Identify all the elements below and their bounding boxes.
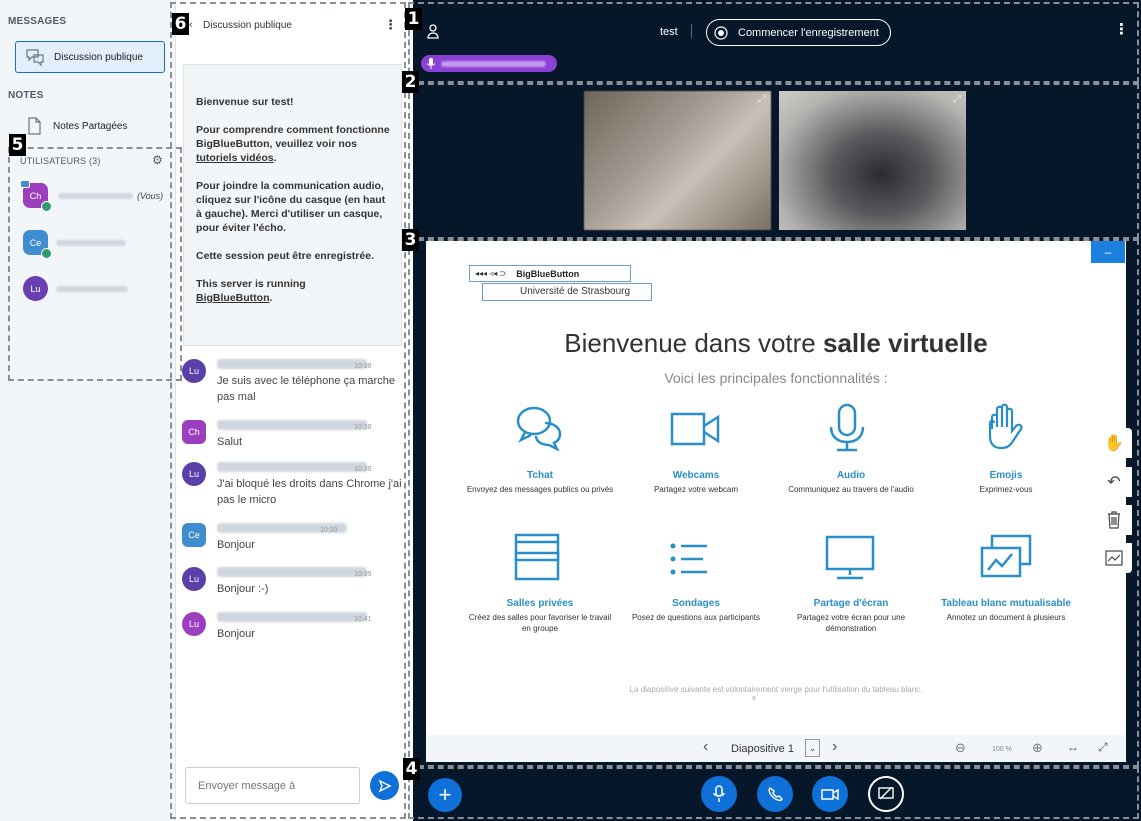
annotation-number: 3	[402, 229, 419, 251]
shared-notes-label: Notes Partagées	[53, 120, 128, 132]
chat-bubbles-icon	[24, 46, 46, 68]
annotation-region	[8, 147, 182, 381]
annotation-number: 6	[172, 13, 189, 35]
annotation-region	[408, 83, 1139, 239]
annotation-number: 2	[402, 71, 419, 93]
annotation-number: 1	[405, 8, 422, 30]
document-icon	[23, 115, 45, 137]
notes-section-title: NOTES	[8, 90, 44, 101]
left-sidebar: MESSAGES Discussion publique NOTES Notes…	[0, 0, 176, 821]
annotation-region	[408, 239, 1139, 767]
annotation-region	[408, 767, 1139, 819]
messages-section-title: MESSAGES	[8, 16, 67, 27]
public-chat-button[interactable]: Discussion publique	[15, 41, 165, 73]
annotation-region	[408, 2, 1139, 83]
public-chat-label: Discussion publique	[54, 51, 143, 63]
annotation-number: 5	[9, 134, 26, 156]
shared-notes-button[interactable]: Notes Partagées	[15, 110, 165, 142]
annotation-number: 4	[403, 758, 420, 780]
annotation-region	[170, 2, 406, 819]
